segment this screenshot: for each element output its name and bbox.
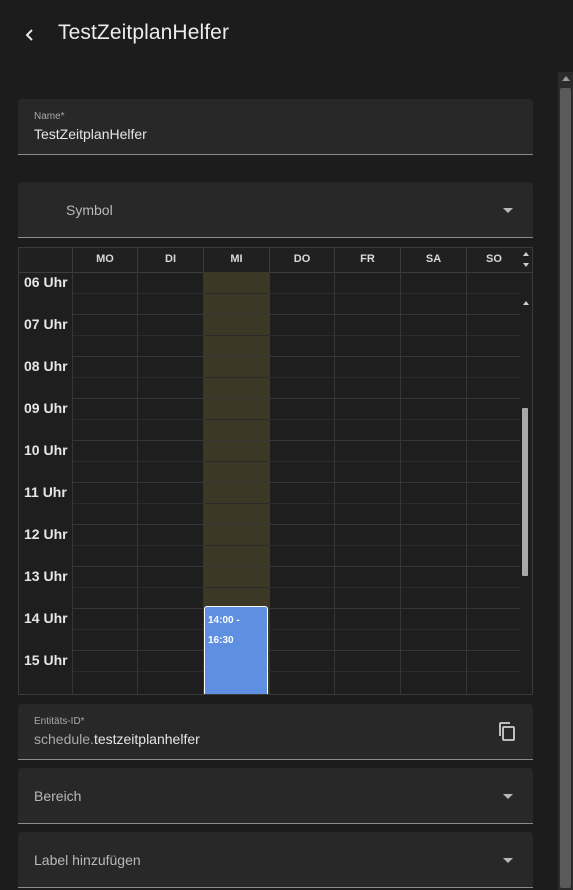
event-start-time: 14:00 - <box>208 615 240 626</box>
dropdown-arrow-icon[interactable] <box>503 208 513 213</box>
hour-label: 11 Uhr <box>24 484 67 500</box>
area-picker[interactable]: Bereich <box>18 768 533 824</box>
hour-label: 15 Uhr <box>24 652 68 668</box>
dialog-header: TestZeitplanHelfer <box>0 0 573 68</box>
dropdown-arrow-icon[interactable] <box>503 794 513 799</box>
entity-id-value: testzeitplanhelfer <box>93 731 200 747</box>
day-header: DO <box>269 248 334 272</box>
name-label: Name* <box>34 111 65 122</box>
symbol-picker[interactable]: Symbol <box>18 182 533 238</box>
dialog: TestZeitplanHelfer Name* TestZeitplanHel… <box>0 0 573 890</box>
entity-id-field[interactable]: Entitäts-ID* schedule.testzeitplanhelfer <box>18 704 533 760</box>
schedule-event[interactable]: 14:00 - 16:30 <box>204 606 268 694</box>
area-label: Bereich <box>34 788 82 804</box>
scroll-up-icon[interactable] <box>562 76 570 81</box>
dropdown-arrow-icon[interactable] <box>503 858 513 863</box>
calendar-header: MO DI MI DO FR SA SO <box>19 248 532 273</box>
chevron-left-icon <box>25 29 33 41</box>
calendar-body[interactable]: 06 Uhr 07 Uhr 08 Uhr 09 Uhr 10 Uhr 11 Uh… <box>19 272 532 694</box>
calendar-scrollbar[interactable] <box>520 296 532 694</box>
entity-id-label: Entitäts-ID* <box>34 716 85 727</box>
hour-label: 09 Uhr <box>24 400 68 416</box>
day-header: SA <box>400 248 466 272</box>
labels-picker[interactable]: Label hinzufügen <box>18 832 533 888</box>
day-header: MO <box>72 248 137 272</box>
entity-id-input[interactable]: schedule.testzeitplanhelfer <box>34 731 200 747</box>
day-header: DI <box>137 248 203 272</box>
name-input[interactable]: TestZeitplanHelfer <box>34 126 147 142</box>
hour-label: 07 Uhr <box>24 316 68 332</box>
back-button[interactable] <box>14 20 46 50</box>
entity-id-prefix: schedule. <box>34 731 94 747</box>
hour-label: 12 Uhr <box>24 526 68 542</box>
scrollbar-thumb[interactable] <box>560 88 571 888</box>
schedule-calendar: MO DI MI DO FR SA SO 06 Uhr 07 Uhr 08 Uh… <box>18 247 533 695</box>
hour-label: 06 Uhr <box>24 274 68 290</box>
dialog-scrollbar[interactable] <box>558 72 573 890</box>
calendar-scroll-up-icon[interactable] <box>523 252 529 256</box>
symbol-label: Symbol <box>66 202 113 218</box>
page-title: TestZeitplanHelfer <box>58 21 230 44</box>
day-header: MI <box>203 248 269 272</box>
hour-label: 14 Uhr <box>24 610 68 626</box>
day-header: SO <box>466 248 521 272</box>
copy-icon[interactable] <box>497 721 517 743</box>
hour-label: 13 Uhr <box>24 568 68 584</box>
day-header: FR <box>334 248 400 272</box>
name-field[interactable]: Name* TestZeitplanHelfer <box>18 99 533 155</box>
event-end-time: 16:30 <box>208 635 234 646</box>
hour-label: 10 Uhr <box>24 442 68 458</box>
labels-label: Label hinzufügen <box>34 852 141 868</box>
calendar-scrollbar-thumb[interactable] <box>522 408 528 576</box>
hour-label: 08 Uhr <box>24 358 68 374</box>
calendar-scroll-down-icon[interactable] <box>523 263 529 267</box>
calendar-scroll-up-icon[interactable] <box>523 301 529 305</box>
